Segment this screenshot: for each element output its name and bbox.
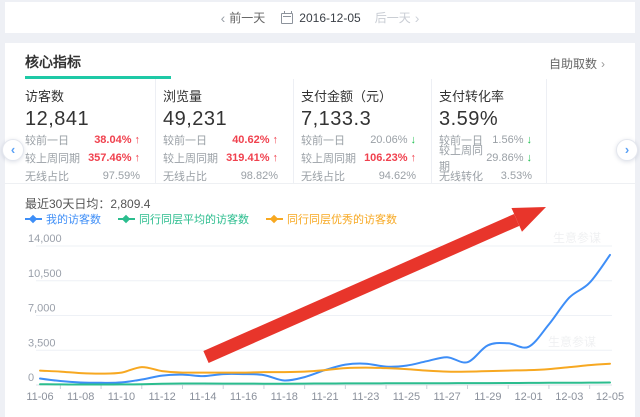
svg-text:11-08: 11-08 — [67, 391, 94, 403]
red-arrow-annotation — [203, 207, 546, 363]
svg-text:12-03: 12-03 — [555, 391, 583, 403]
svg-text:11-12: 11-12 — [148, 391, 175, 403]
svg-text:11-06: 11-06 — [26, 391, 53, 403]
next-cards-button[interactable]: › — [616, 139, 638, 161]
svg-text:11-23: 11-23 — [352, 391, 379, 403]
visitors-trend-chart[interactable]: 0 3,500 7,000 10,500 14,000 11-06 11-08 11-10 11… — [0, 0, 640, 417]
svg-text:0: 0 — [28, 372, 34, 384]
svg-text:12-01: 12-01 — [515, 391, 543, 403]
svg-text:7,000: 7,000 — [28, 303, 56, 315]
svg-text:11-14: 11-14 — [189, 391, 216, 403]
svg-text:12-05: 12-05 — [596, 391, 624, 403]
svg-text:11-21: 11-21 — [311, 391, 338, 403]
svg-text:3,500: 3,500 — [28, 337, 56, 349]
svg-text:11-25: 11-25 — [393, 391, 420, 403]
svg-text:11-18: 11-18 — [271, 391, 298, 403]
analytics-dashboard: { "topbar": { "prev_label": "前一天", "date… — [0, 0, 640, 417]
prev-cards-button[interactable]: ‹ — [2, 139, 24, 161]
svg-text:10,500: 10,500 — [28, 268, 62, 280]
svg-text:11-10: 11-10 — [108, 391, 135, 403]
svg-text:14,000: 14,000 — [28, 233, 62, 245]
svg-text:11-27: 11-27 — [433, 391, 460, 403]
svg-text:11-29: 11-29 — [474, 391, 501, 403]
svg-text:生意参谋: 生意参谋 — [553, 230, 601, 245]
svg-text:生意参谋: 生意参谋 — [548, 334, 596, 349]
svg-text:11-16: 11-16 — [230, 391, 257, 403]
